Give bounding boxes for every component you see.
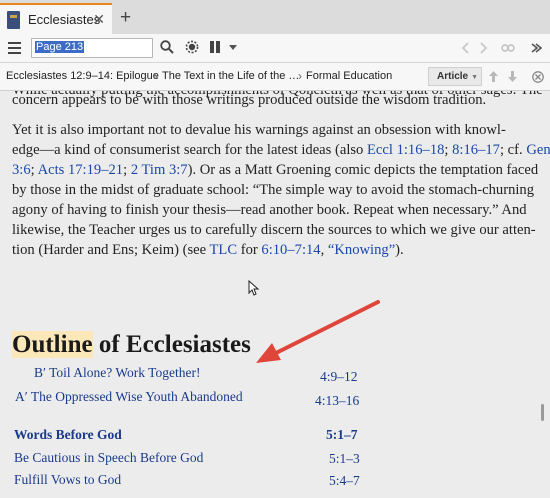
- text-run: agony of having to finish your thesis—re…: [12, 202, 527, 218]
- close-icon[interactable]: ✕: [93, 11, 105, 28]
- breadcrumb: Ecclesiastes 12:9–14: Epilogue › The Tex…: [0, 63, 550, 91]
- text-line: agony of having to finish your thesis—re…: [12, 200, 527, 220]
- scripture-reference-link[interactable]: Eccl 1:16–18: [367, 142, 444, 158]
- scripture-reference-link[interactable]: 8:16–17: [452, 142, 500, 158]
- text-line: edge—a kind of consumerist search for th…: [12, 140, 550, 160]
- toolbar: Page 213: [0, 34, 550, 63]
- paragraph-1: concern appears to be with those writing…: [12, 91, 525, 110]
- text-run: ;: [444, 142, 453, 158]
- tab-strip: Ecclesiastes ✕ +: [0, 0, 550, 34]
- text-run: ; cf.: [499, 142, 527, 158]
- outline-item-label[interactable]: A′ The Oppressed Wise Youth Abandoned: [15, 389, 243, 405]
- outline-item-label[interactable]: Be Cautious in Speech Before God: [14, 450, 203, 466]
- text-run: ;: [123, 162, 131, 178]
- settings-icon[interactable]: [185, 40, 199, 54]
- outline-item-label[interactable]: B′ Toil Alone? Work Together!: [34, 365, 200, 381]
- outline-item-ref[interactable]: 4:13–16: [315, 393, 359, 409]
- scripture-reference-link[interactable]: Gen: [526, 142, 550, 158]
- text-run: likewise, the Teacher urges us to carefu…: [12, 222, 536, 238]
- text-run: for: [237, 242, 262, 258]
- text-run: by those in the midst of graduate school…: [12, 182, 535, 198]
- page-field[interactable]: Page 213: [31, 38, 153, 58]
- scripture-reference-link[interactable]: 6:10–7:14: [261, 242, 320, 258]
- page-field-value: Page 213: [35, 41, 85, 53]
- scripture-reference-link[interactable]: TLC: [210, 242, 238, 258]
- text-line: 3:6; Acts 17:19–21; 2 Tim 3:7). Or as a …: [12, 160, 538, 180]
- outline-item-ref[interactable]: 4:9–12: [320, 369, 358, 385]
- view-dropdown-label: Article: [437, 71, 469, 82]
- text-run: tion (Harder and Ens; Keim) (see: [12, 242, 210, 258]
- text-line: tion (Harder and Ens; Keim) (see TLC for…: [12, 240, 525, 260]
- tab-title: Ecclesiastes: [28, 12, 101, 27]
- scrollbar-thumb[interactable]: [541, 404, 544, 421]
- outline-item-ref[interactable]: 5:1–3: [329, 451, 360, 467]
- link-icon[interactable]: [501, 42, 515, 54]
- columns-icon[interactable]: [209, 41, 221, 53]
- new-tab-button[interactable]: +: [120, 7, 131, 29]
- scripture-reference-link[interactable]: 3:6: [12, 162, 31, 178]
- outline-item-label[interactable]: Fulfill Vows to God: [14, 472, 121, 488]
- view-dropdown-button[interactable]: Article ▼: [428, 67, 482, 86]
- text-run: ).: [395, 242, 404, 258]
- arrow-up-icon[interactable]: [489, 71, 498, 82]
- annotation-arrow: [256, 300, 380, 363]
- menu-icon[interactable]: [8, 42, 21, 54]
- text-line: concern appears to be with those writing…: [12, 91, 525, 110]
- outline-heading: Outline of Ecclesiastes: [12, 331, 251, 359]
- breadcrumb-item-section[interactable]: Ecclesiastes 12:9–14: Epilogue: [6, 70, 159, 82]
- breadcrumb-separator: ›: [154, 69, 158, 83]
- chevron-down-icon: ▼: [471, 74, 479, 81]
- scripture-reference-link[interactable]: 2 Tim 3:7: [131, 162, 188, 178]
- outline-highlight: Outline: [12, 331, 93, 358]
- outline-item-ref[interactable]: 5:1–7: [326, 427, 358, 443]
- back-arrow-icon[interactable]: [461, 42, 469, 54]
- outline-heading-rest: of Ecclesiastes: [92, 331, 251, 358]
- chevron-down-icon[interactable]: [229, 45, 237, 50]
- reading-pane[interactable]: While actually putting the accomplishmen…: [0, 91, 550, 498]
- scripture-reference-link[interactable]: “Knowing”: [328, 242, 395, 258]
- more-icon[interactable]: [530, 41, 542, 55]
- text-line: likewise, the Teacher urges us to carefu…: [12, 220, 536, 240]
- text-run: ,: [320, 242, 328, 258]
- scripture-reference-link[interactable]: Acts 17:19–21: [38, 162, 124, 178]
- breadcrumb-item-formal-education[interactable]: Formal Education: [306, 70, 392, 82]
- outline-item-ref[interactable]: 5:4–7: [329, 473, 360, 489]
- book-icon: [7, 10, 20, 29]
- text-line: by those in the midst of graduate school…: [12, 180, 534, 200]
- text-run: edge—a kind of consumerist search for th…: [12, 142, 367, 158]
- forward-arrow-icon[interactable]: [480, 42, 488, 54]
- text-run: Yet it is also important not to devalue …: [12, 122, 506, 138]
- text-run: concern appears to be with those writing…: [12, 92, 487, 108]
- text-run: ;: [30, 162, 38, 178]
- mouse-cursor-icon: [248, 280, 260, 296]
- text-run: ). Or as a Matt Groening comic depicts t…: [187, 162, 539, 178]
- text-line: Yet it is also important not to devalue …: [12, 120, 525, 140]
- close-icon[interactable]: [532, 71, 544, 83]
- search-icon[interactable]: [160, 40, 174, 54]
- tab-ecclesiastes[interactable]: Ecclesiastes ✕: [0, 3, 112, 34]
- arrow-down-icon[interactable]: [508, 71, 517, 82]
- paragraph-2: Yet it is also important not to devalue …: [12, 120, 550, 260]
- breadcrumb-separator: ›: [298, 69, 302, 83]
- breadcrumb-item-text-in-life[interactable]: The Text in the Life of the …: [162, 70, 299, 82]
- outline-item-label[interactable]: Words Before God: [14, 427, 122, 443]
